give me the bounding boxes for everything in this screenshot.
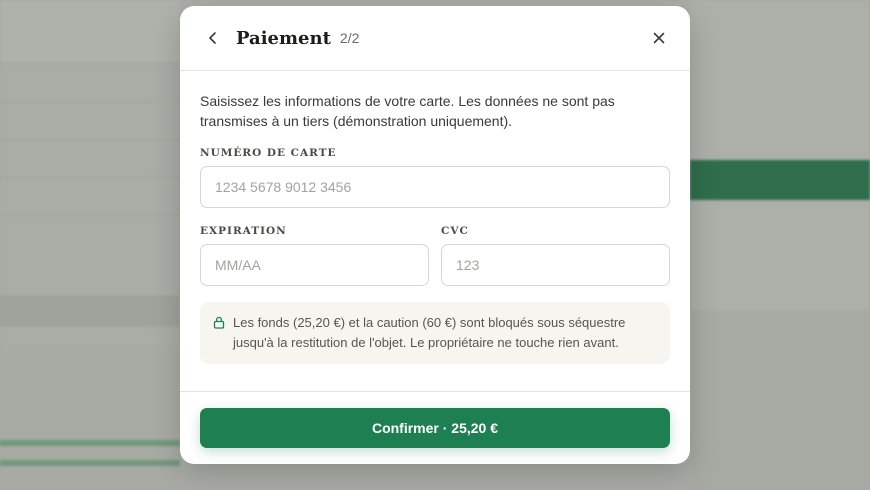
escrow-notice-text: Les fonds (25,20 €) et la caution (60 €)… [233, 315, 626, 350]
cvc-label: CVC [441, 225, 469, 237]
chevron-left-icon [209, 32, 216, 44]
card-number-label: Numéro de carte [200, 147, 337, 159]
expiration-input[interactable] [200, 244, 429, 286]
cvc-input[interactable] [441, 244, 670, 286]
step-indicator: 2/2 [339, 30, 360, 46]
lock-icon [213, 313, 225, 353]
payment-modal: Paiement 2/2 Saisissez les informations … [180, 6, 690, 464]
confirm-payment-button[interactable]: Confirmer · 25,20 € [200, 408, 670, 448]
expiration-field: Expiration [200, 225, 429, 286]
modal-title: Paiement [236, 27, 331, 49]
modal-body: Saisissez les informations de votre cart… [180, 71, 690, 364]
expiry-cvc-row: Expiration CVC [200, 225, 670, 286]
intro-text: Saisissez les informations de votre cart… [200, 93, 615, 129]
card-number-field: Numéro de carte [200, 147, 670, 208]
close-button[interactable] [648, 27, 670, 49]
back-button[interactable] [202, 27, 224, 49]
modal-footer: Confirmer · 25,20 € [180, 391, 690, 464]
escrow-notice: Les fonds (25,20 €) et la caution (60 €)… [200, 302, 670, 364]
modal-header: Paiement 2/2 [180, 6, 690, 71]
card-number-input[interactable] [200, 166, 670, 208]
expiration-label: Expiration [200, 225, 287, 237]
cvc-field: CVC [441, 225, 670, 286]
close-icon [653, 32, 665, 44]
